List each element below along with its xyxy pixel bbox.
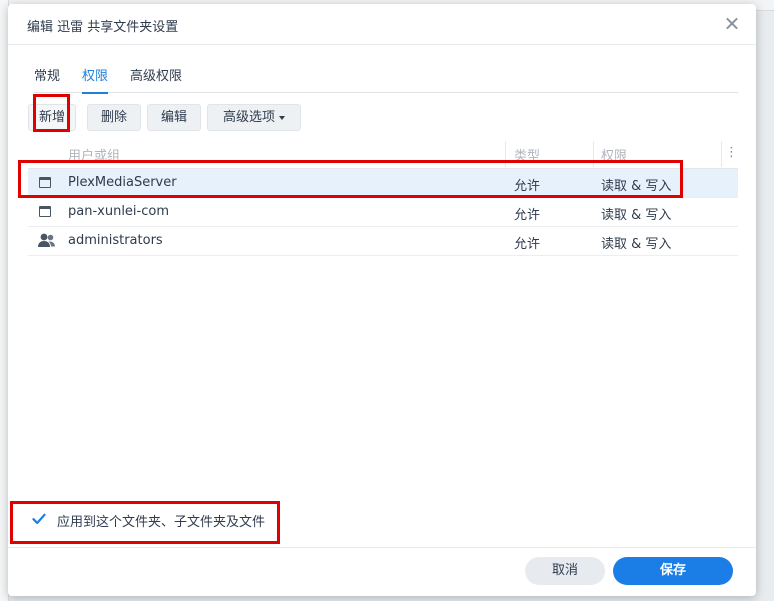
footer-divider	[8, 547, 756, 548]
row-name: PlexMediaServer	[68, 175, 177, 190]
apply-to-subfolders-option: 应用到这个文件夹、子文件夹及文件	[28, 504, 528, 534]
user-icon	[39, 206, 51, 217]
row-type: 允许	[514, 179, 541, 194]
column-header-type[interactable]: 类型	[514, 145, 540, 164]
row-permission: 读取 & 写入	[601, 237, 672, 252]
column-header-user-or-group[interactable]: 用户或组	[68, 145, 120, 164]
dialog-title: 编辑 迅雷 共享文件夹设置	[27, 20, 179, 35]
delete-button[interactable]: 删除	[87, 104, 141, 131]
tab-permissions[interactable]: 权限	[82, 65, 109, 94]
tab-bar: 常规 权限 高级权限	[34, 62, 738, 94]
column-divider	[721, 141, 722, 167]
row-type: 允许	[514, 237, 541, 252]
column-menu-icon[interactable]: ⋮	[725, 143, 738, 163]
apply-checkbox[interactable]	[32, 512, 46, 526]
column-header-permission[interactable]: 权限	[601, 145, 627, 164]
close-icon[interactable]	[722, 14, 742, 34]
table-row[interactable]: administrators 允许 读取 & 写入	[28, 227, 738, 256]
table-row[interactable]: pan-xunlei-com 允许 读取 & 写入	[28, 198, 738, 227]
advanced-options-label: 高级选项	[222, 110, 275, 125]
title-divider	[8, 44, 756, 45]
row-name: pan-xunlei-com	[68, 204, 169, 219]
row-permission: 读取 & 写入	[601, 179, 672, 194]
tab-general[interactable]: 常规	[34, 65, 60, 93]
row-type: 允许	[514, 208, 541, 223]
group-icon	[38, 233, 55, 247]
column-divider	[593, 141, 594, 167]
add-button[interactable]: 新增	[28, 104, 76, 131]
tab-advanced-permissions[interactable]: 高级权限	[130, 65, 182, 93]
table-header: 用户或组 类型 权限 ⋮	[28, 139, 738, 169]
advanced-options-button[interactable]: 高级选项	[207, 104, 301, 131]
cancel-button[interactable]: 取消	[525, 557, 605, 585]
apply-checkbox-label[interactable]: 应用到这个文件夹、子文件夹及文件	[57, 511, 265, 530]
column-divider	[505, 141, 506, 167]
edit-button[interactable]: 编辑	[147, 104, 201, 131]
row-name: administrators	[68, 233, 163, 248]
row-permission: 读取 & 写入	[601, 208, 672, 223]
shared-folder-settings-dialog: 编辑 迅雷 共享文件夹设置 常规 权限 高级权限 新增 删除 编辑 高级选项 用…	[8, 4, 756, 596]
dialog-titlebar: 编辑 迅雷 共享文件夹设置	[8, 4, 756, 44]
table-row[interactable]: PlexMediaServer 允许 读取 & 写入	[28, 169, 738, 198]
user-icon	[39, 177, 51, 188]
caret-down-icon	[279, 115, 285, 120]
save-button[interactable]: 保存	[613, 557, 733, 585]
